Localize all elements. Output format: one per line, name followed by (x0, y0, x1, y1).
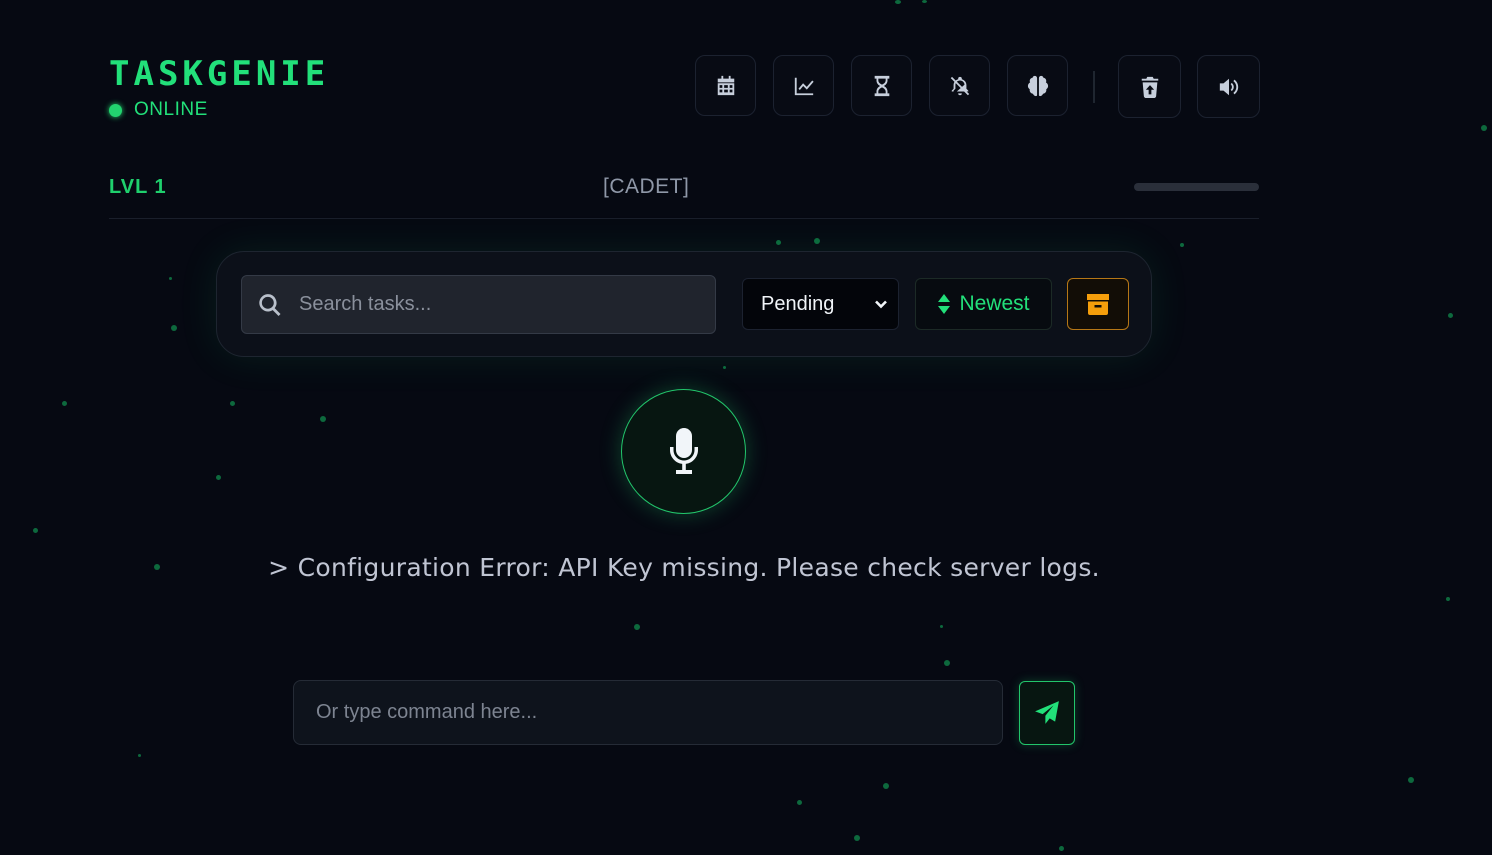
sort-order-button[interactable]: Newest (915, 278, 1052, 330)
status-indicator: ONLINE (109, 99, 329, 121)
archive-box-icon (1087, 294, 1109, 315)
brand-header: TASKGENIE ONLINE (109, 55, 329, 121)
trash-restore-icon (1141, 76, 1158, 98)
console-message: > Configuration Error: API Key missing. … (268, 553, 1100, 582)
sound-button[interactable] (1197, 55, 1260, 118)
toolbar-divider (1093, 71, 1095, 103)
timer-button[interactable] (851, 55, 912, 116)
filter-panel: Pending Newest (216, 251, 1152, 357)
status-filter-select[interactable]: Pending (742, 278, 899, 330)
ai-brain-button[interactable] (1007, 55, 1068, 116)
volume-icon (1219, 78, 1238, 95)
command-input[interactable] (314, 700, 1002, 725)
status-dot-icon (109, 103, 122, 117)
app-title: TASKGENIE (109, 54, 330, 94)
status-text: ONLINE (134, 99, 208, 120)
calendar-button[interactable] (695, 55, 756, 116)
voice-input-button[interactable] (621, 389, 746, 514)
send-command-button[interactable] (1019, 681, 1075, 745)
command-box (293, 680, 1003, 745)
calendar-icon (717, 75, 734, 95)
brain-icon (1027, 75, 1048, 96)
rank-label: [CADET] (603, 175, 690, 198)
mute-notifications-button[interactable] (929, 55, 990, 116)
search-box (241, 275, 716, 334)
hourglass-icon (874, 75, 889, 96)
stats-button[interactable] (773, 55, 834, 116)
archive-button[interactable] (1067, 278, 1129, 330)
sort-order-label: Newest (959, 292, 1030, 315)
level-label: LVL 1 (109, 176, 167, 198)
paper-plane-icon (1035, 701, 1059, 724)
restore-trash-button[interactable] (1118, 55, 1181, 118)
chart-line-icon (794, 77, 814, 95)
search-icon (259, 293, 281, 316)
microphone-icon (669, 427, 698, 474)
search-input[interactable] (297, 292, 715, 317)
chevron-down-icon (875, 300, 887, 309)
status-filter-value: Pending (761, 292, 835, 315)
xp-progress-bar (1134, 183, 1259, 191)
level-bar: LVL 1 [CADET] (109, 170, 1259, 219)
bell-slash-icon (950, 76, 969, 95)
sort-icon (938, 294, 951, 314)
